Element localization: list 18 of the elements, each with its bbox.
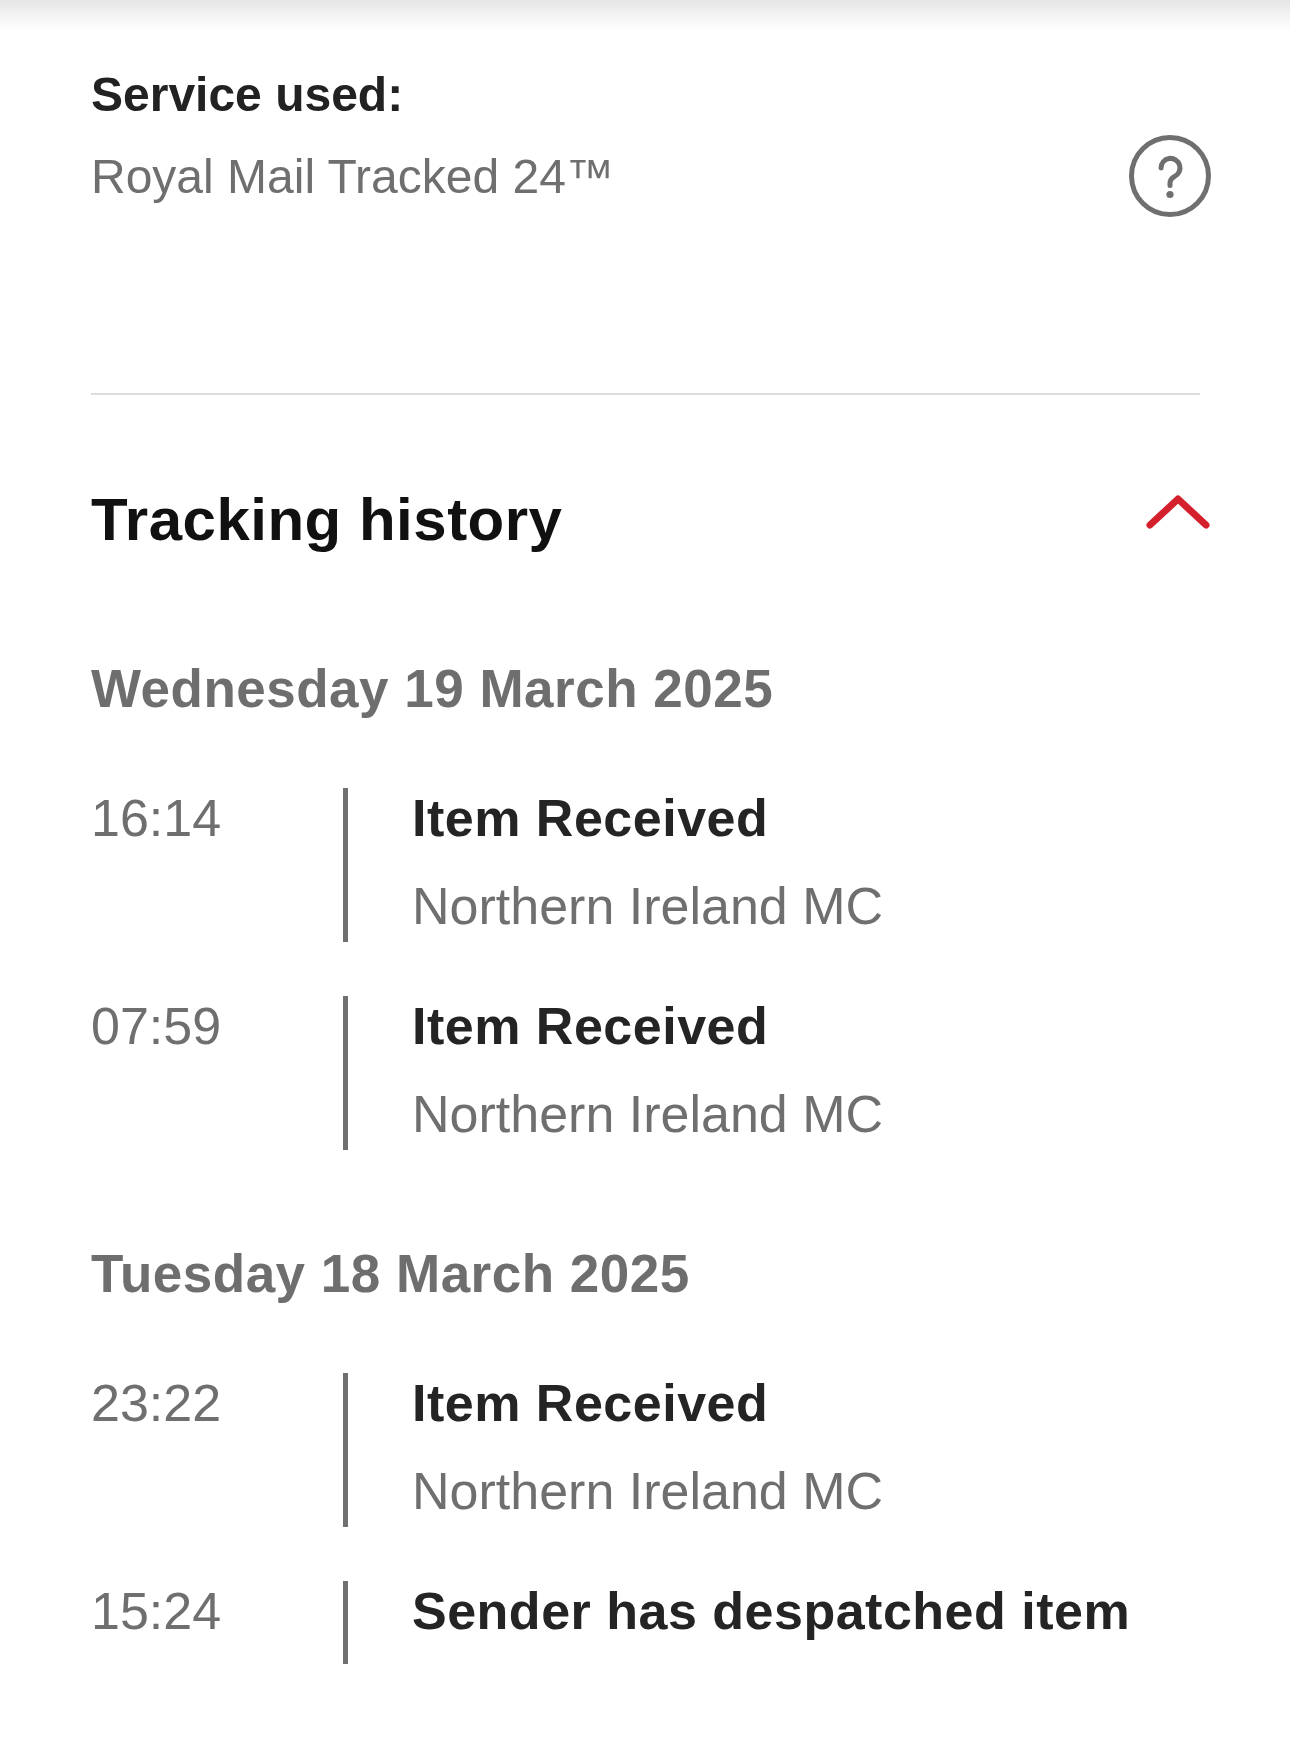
event-status: Item Received <box>412 996 770 1056</box>
event-time: 15:24 <box>91 1581 223 1641</box>
event-location: Northern Ireland MC <box>412 1084 885 1144</box>
event-status: Item Received <box>412 1373 770 1433</box>
tracking-history-title: Tracking history <box>91 490 563 550</box>
day-date: Tuesday 18 March 2025 <box>91 1244 691 1304</box>
event-status: Sender has despatched item <box>412 1581 1132 1641</box>
event-status: Item Received <box>412 788 770 848</box>
help-icon[interactable] <box>1129 135 1211 217</box>
event-location: Northern Ireland MC <box>412 1461 885 1521</box>
event-location: Northern Ireland MC <box>412 876 885 936</box>
service-value: Royal Mail Tracked 24™ <box>91 150 614 204</box>
event-time: 23:22 <box>91 1373 223 1433</box>
chevron-up-icon[interactable] <box>1145 494 1211 530</box>
service-label: Service used: <box>91 68 405 122</box>
event-time: 16:14 <box>91 788 223 848</box>
event-time: 07:59 <box>91 996 223 1056</box>
day-date: Wednesday 19 March 2025 <box>91 659 775 719</box>
